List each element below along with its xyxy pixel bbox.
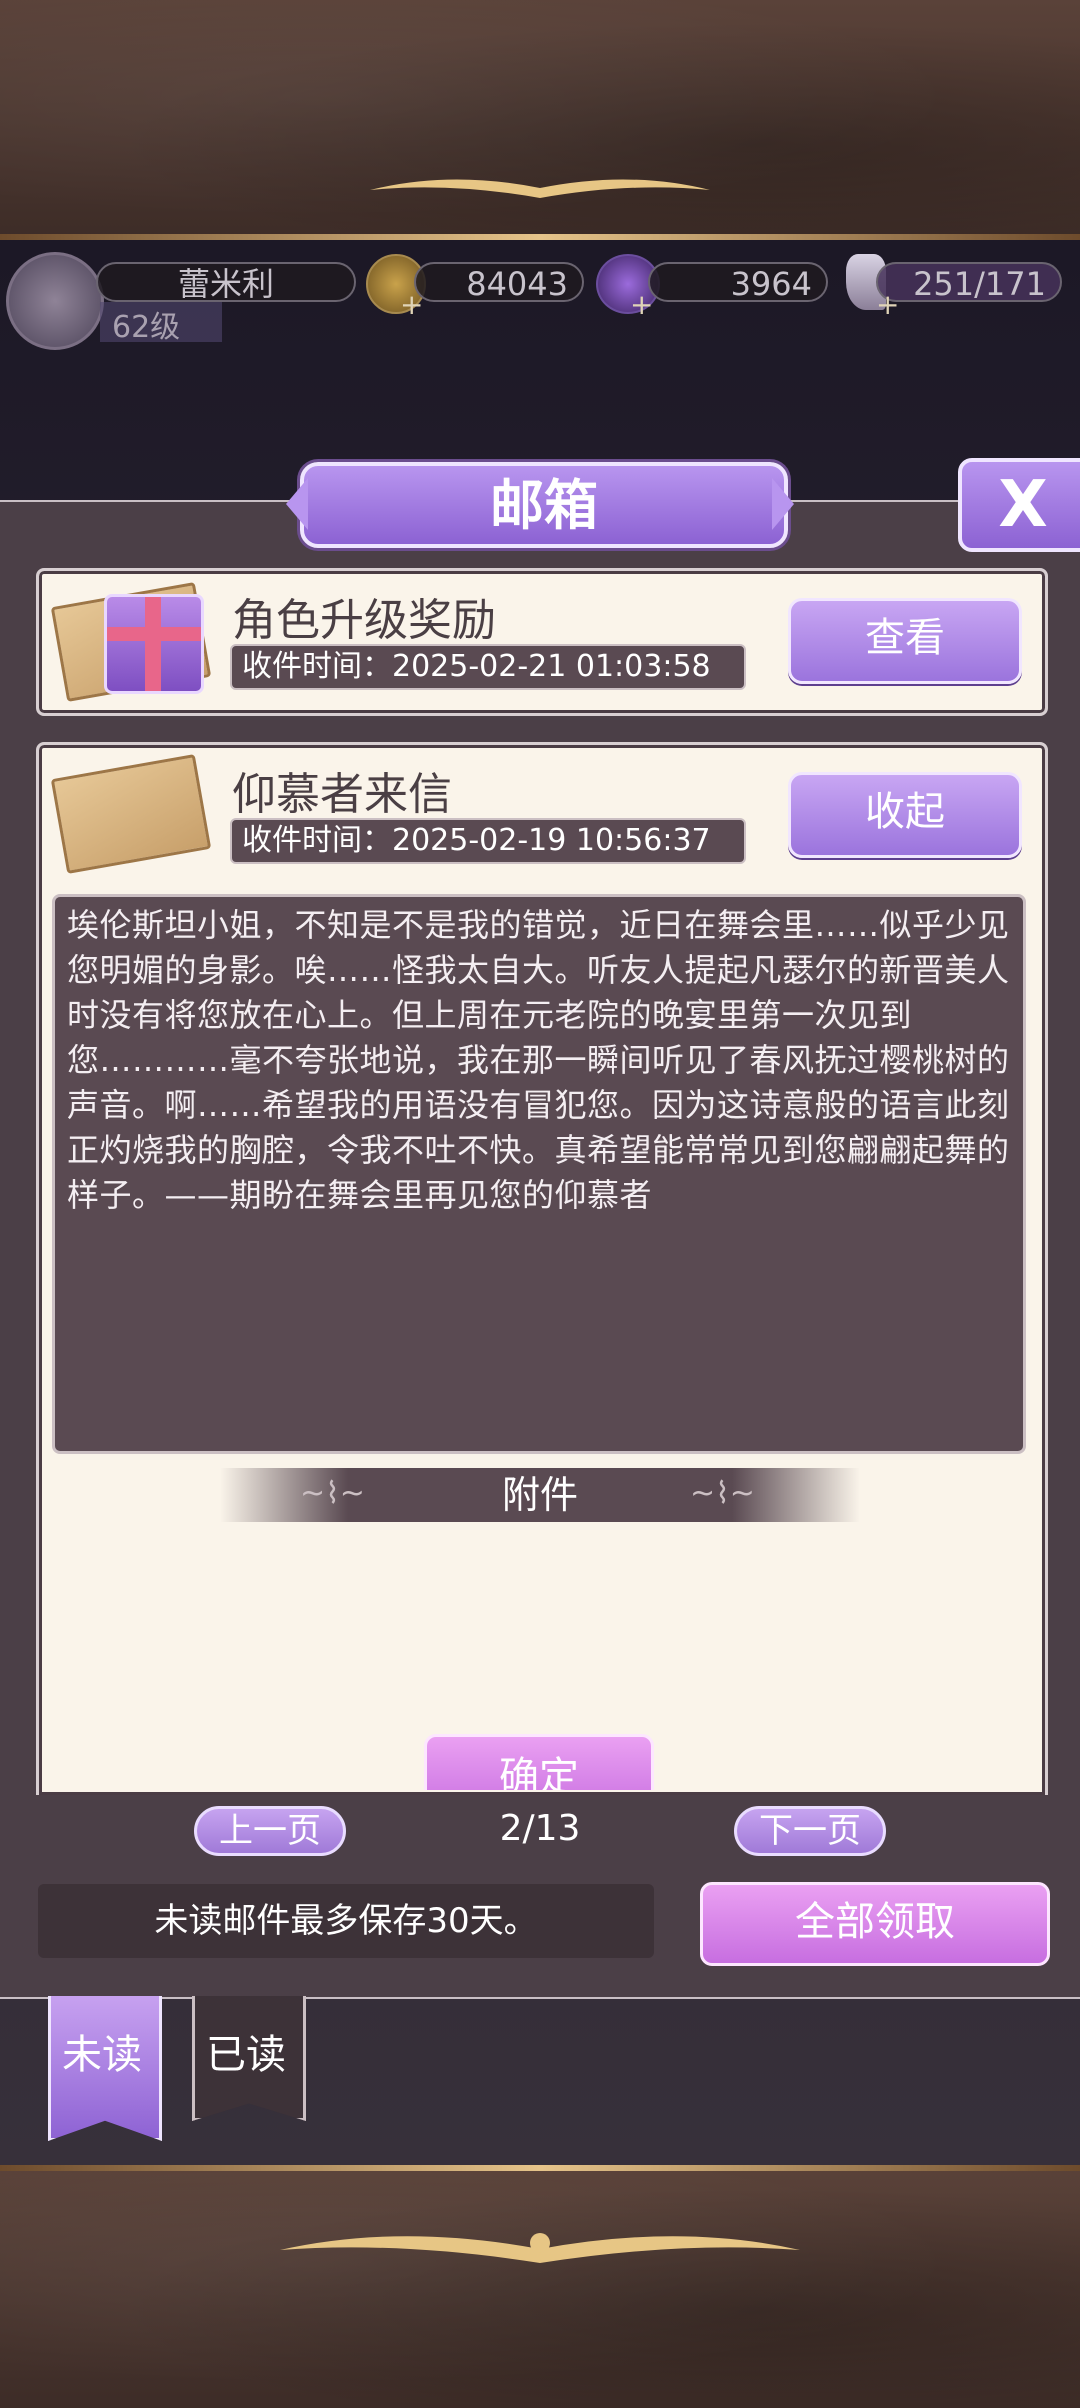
gold-count: 84043 xyxy=(414,262,584,303)
confirm-button-wrap: 确定 xyxy=(424,1734,654,1790)
retention-notice: 未读邮件最多保存30天。 xyxy=(38,1884,654,1958)
player-level: 62级 xyxy=(100,302,222,345)
next-page-button[interactable]: 下一页 xyxy=(734,1806,886,1856)
add-gem-icon[interactable]: + xyxy=(630,288,653,321)
gift-icon xyxy=(104,594,204,694)
banner-right-tip xyxy=(772,478,794,530)
ornament-icon xyxy=(280,2233,800,2263)
mail-title: 角色升级奖励 xyxy=(232,595,496,646)
mail-title: 仰慕者来信 xyxy=(232,769,452,820)
flourish-left-icon: ~⌇~ xyxy=(300,1476,365,1511)
stamina-count: 251/171 xyxy=(876,262,1062,303)
add-gold-icon[interactable]: + xyxy=(400,288,423,321)
close-button[interactable]: X xyxy=(958,458,1080,552)
mail-body: 埃伦斯坦小姐，不知是不是我的错觉，近日在舞会里……似乎少见您明媚的身影。唉……怪… xyxy=(52,894,1026,1454)
page-indicator: 2/13 xyxy=(499,1808,581,1849)
flourish-right-icon: ~⌇~ xyxy=(690,1476,755,1511)
gem-count: 3964 xyxy=(648,262,828,303)
attachment-label: 附件 xyxy=(501,1473,578,1517)
bottom-frame xyxy=(0,2165,1080,2408)
view-button[interactable]: 查看 xyxy=(788,598,1022,684)
banner-left-tip xyxy=(286,478,308,530)
top-frame xyxy=(0,0,1080,240)
tab-unread-label: 未读 xyxy=(62,2032,142,2078)
mail-time: 收件时间：2025-02-19 10:56:37 xyxy=(230,818,746,864)
claim-all-button[interactable]: 全部领取 xyxy=(700,1882,1050,1966)
collapse-button[interactable]: 收起 xyxy=(788,772,1022,858)
add-stamina-icon[interactable]: + xyxy=(876,288,899,321)
player-name: 蕾米利 xyxy=(96,262,356,303)
mailbox-title: 邮箱 xyxy=(300,462,788,548)
avatar[interactable] xyxy=(6,252,104,350)
mail-time: 收件时间：2025-02-21 01:03:58 xyxy=(230,644,746,690)
ornament-icon xyxy=(370,179,710,198)
confirm-button[interactable]: 确定 xyxy=(424,1734,654,1790)
prev-page-button[interactable]: 上一页 xyxy=(194,1806,346,1856)
divider xyxy=(0,2165,1080,2171)
tab-read-label: 已读 xyxy=(206,2032,286,2078)
